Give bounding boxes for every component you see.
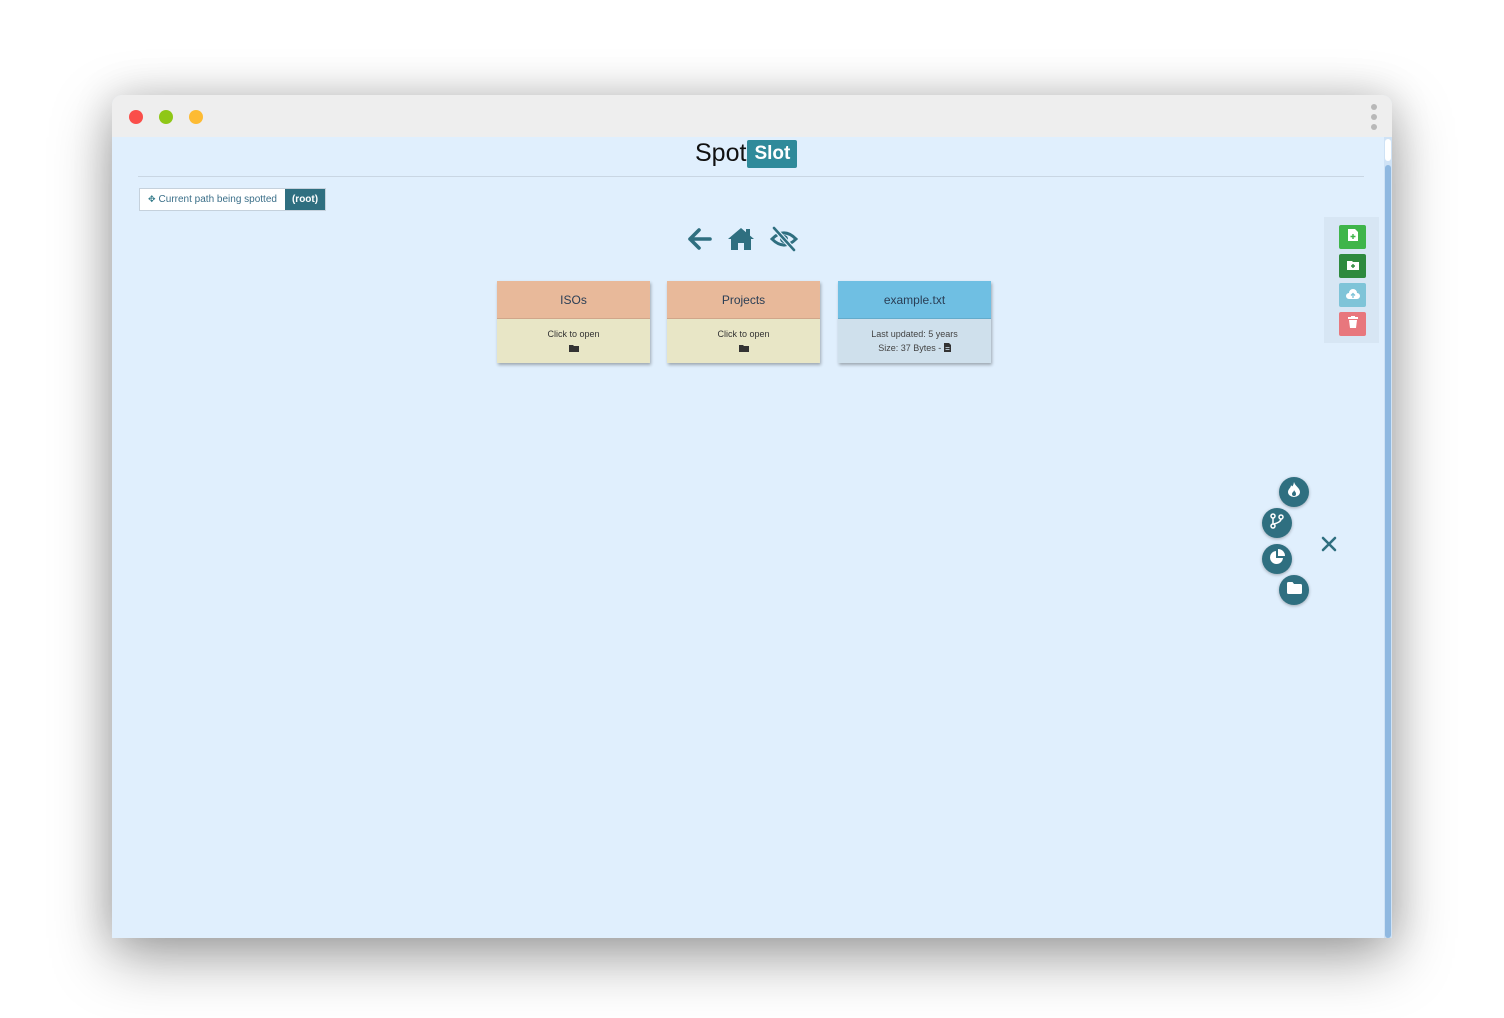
folder-icon <box>738 342 749 356</box>
scrollbar-thumb[interactable] <box>1385 165 1391 938</box>
close-window-button[interactable] <box>129 110 143 124</box>
folder-card[interactable]: ISOs Click to open <box>497 281 650 363</box>
card-title: ISOs <box>497 281 650 319</box>
card-title: example.txt <box>838 281 991 319</box>
trash-icon <box>1347 315 1358 333</box>
delete-button[interactable] <box>1339 312 1366 336</box>
more-options-icon[interactable] <box>1371 104 1377 130</box>
git-branch-button[interactable] <box>1262 508 1292 538</box>
card-title: Projects <box>667 281 820 319</box>
path-label: Current path being spotted <box>158 194 277 205</box>
file-icon <box>943 342 951 356</box>
action-toolbar <box>1324 217 1379 343</box>
new-file-icon <box>1347 228 1358 246</box>
scrollbar[interactable] <box>1384 137 1392 938</box>
folder-icon <box>1286 581 1302 599</box>
git-branch-icon <box>1270 512 1284 534</box>
crosshair-icon: ✥ <box>148 194 156 204</box>
folder-card[interactable]: Projects Click to open <box>667 281 820 363</box>
logo-text-slot: Slot <box>747 140 798 168</box>
card-caption: Click to open <box>717 329 770 339</box>
fire-button[interactable] <box>1279 477 1309 507</box>
fire-icon <box>1288 482 1300 502</box>
new-file-button[interactable] <box>1339 225 1366 249</box>
maximize-window-button[interactable] <box>159 110 173 124</box>
card-last-updated: Last updated: 5 years <box>871 329 958 339</box>
divider <box>138 176 1364 177</box>
minimize-window-button[interactable] <box>189 110 203 124</box>
statistics-button[interactable] <box>1262 544 1292 574</box>
folder-button[interactable] <box>1279 575 1309 605</box>
app-logo: Spot Slot <box>695 138 798 168</box>
browser-window: Spot Slot ✥ Current path being spotted (r… <box>112 95 1392 938</box>
path-value[interactable]: (root) <box>284 189 326 210</box>
close-icon[interactable] <box>1318 533 1340 555</box>
card-caption: Click to open <box>547 329 600 339</box>
folder-icon <box>568 342 579 356</box>
new-folder-button[interactable] <box>1339 254 1366 278</box>
eye-slash-icon[interactable] <box>769 226 799 252</box>
home-icon[interactable] <box>727 226 755 252</box>
file-card[interactable]: example.txt Last updated: 5 years Size: … <box>838 281 991 363</box>
card-size: Size: 37 Bytes - <box>878 343 944 353</box>
title-bar <box>112 95 1392 137</box>
logo-text-spot: Spot <box>695 139 747 167</box>
navigation-bar <box>687 223 799 255</box>
cloud-upload-icon <box>1345 286 1360 304</box>
current-path-breadcrumb: ✥ Current path being spotted (root) <box>139 188 327 211</box>
back-arrow-icon[interactable] <box>687 226 713 252</box>
upload-button[interactable] <box>1339 283 1366 307</box>
new-folder-icon <box>1346 257 1359 275</box>
pie-chart-icon <box>1269 548 1285 570</box>
